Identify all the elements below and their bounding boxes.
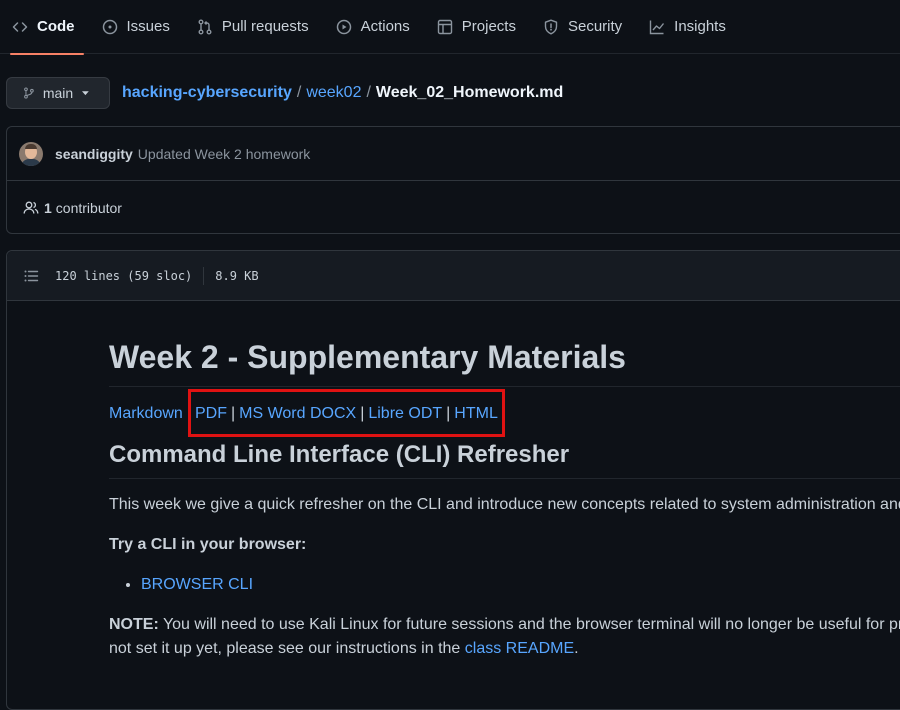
file-size: 8.9 KB xyxy=(215,268,259,283)
cli-link-list: BROWSER CLI xyxy=(109,573,900,597)
breadcrumb-separator: / xyxy=(366,84,371,101)
table-icon xyxy=(437,19,452,34)
breadcrumb-repo-link[interactable]: hacking-cybersecurity xyxy=(122,84,292,102)
markdown-link[interactable]: Markdown xyxy=(109,405,183,422)
repo-nav: Code Issues Pull requests Actions Projec… xyxy=(0,0,900,55)
tab-insights-label: Insights xyxy=(674,18,726,35)
file-info-divider xyxy=(203,266,205,285)
tab-code[interactable]: Code xyxy=(10,0,88,55)
tab-security-label: Security xyxy=(567,18,623,35)
avatar[interactable] xyxy=(19,141,43,166)
tab-actions-label: Actions xyxy=(360,18,410,35)
list-item: BROWSER CLI xyxy=(141,573,900,597)
note-label: NOTE: xyxy=(109,616,159,633)
breadcrumb-file-name: Week_02_Homework.md xyxy=(375,84,564,101)
page-title: Week 2 - Supplementary Materials xyxy=(109,339,900,387)
caret-down-icon xyxy=(82,91,89,96)
contributor-count: 1 xyxy=(44,199,52,216)
breadcrumb: hacking-cybersecurity / week02 / Week_02… xyxy=(122,84,563,102)
tab-projects[interactable]: Projects xyxy=(437,0,529,54)
note-paragraph: NOTE: You will need to use Kali Linux fo… xyxy=(109,613,900,661)
list-unordered-icon[interactable] xyxy=(23,268,39,284)
breadcrumb-separator: / xyxy=(296,84,302,101)
format-links: Markdown | PDF | MS Word DOCX | Libre ODT | HTML xyxy=(109,389,900,437)
git-branch-icon xyxy=(24,87,34,99)
try-cli-paragraph: Try a CLI in your browser: xyxy=(109,536,307,553)
branch-select-button[interactable]: main xyxy=(6,77,110,109)
note-text: You will need to use Kali Linux for futu… xyxy=(158,616,900,633)
shield-icon xyxy=(544,19,558,34)
section-heading: Command Line Interface (CLI) Refresher xyxy=(109,441,900,479)
graph-icon xyxy=(649,20,665,34)
file-line-count: 120 lines (59 sloc) xyxy=(55,268,193,283)
markdown-body: Week 2 - Supplementary Materials Markdow… xyxy=(109,301,900,661)
tab-insights[interactable]: Insights xyxy=(649,0,739,54)
tab-actions[interactable]: Actions xyxy=(336,0,423,54)
browser-cli-link[interactable]: BROWSER CLI xyxy=(141,576,253,593)
issue-icon xyxy=(102,19,117,34)
latest-commit-row: seandiggity Updated Week 2 homework xyxy=(7,127,900,181)
tab-code-label: Code xyxy=(37,18,75,35)
highlight-annotation-box xyxy=(188,389,505,437)
tab-pull-requests[interactable]: Pull requests xyxy=(197,0,322,54)
class-readme-link[interactable]: class README xyxy=(465,640,574,657)
file-header: 120 lines (59 sloc) 8.9 KB xyxy=(7,251,900,301)
tab-issues[interactable]: Issues xyxy=(102,0,183,54)
commit-message-link[interactable]: Updated Week 2 homework xyxy=(138,146,311,162)
breadcrumb-folder-link[interactable]: week02 xyxy=(306,84,361,102)
note-text-continued: not set it up yet, please see our instru… xyxy=(109,640,465,657)
commit-author-link[interactable]: seandiggity xyxy=(55,146,133,162)
tab-security[interactable]: Security xyxy=(543,0,635,54)
contributors-row[interactable]: 1 contributor xyxy=(7,181,900,234)
file-viewer: 120 lines (59 sloc) 8.9 KB Week 2 - Supp… xyxy=(6,250,900,710)
tab-issues-label: Issues xyxy=(126,18,170,35)
code-icon xyxy=(12,21,28,32)
intro-paragraph: This week we give a quick refresher on t… xyxy=(109,496,900,513)
commit-info-box: seandiggity Updated Week 2 homework 1 co… xyxy=(6,126,900,234)
note-end: . xyxy=(574,640,579,657)
tab-pull-requests-label: Pull requests xyxy=(221,18,309,35)
play-icon xyxy=(336,19,351,34)
pull-request-icon xyxy=(198,19,212,34)
breadcrumb-row: main hacking-cybersecurity / week02 / We… xyxy=(6,77,900,109)
tab-projects-label: Projects xyxy=(461,18,516,35)
branch-label: main xyxy=(42,85,74,101)
contributor-label: contributor xyxy=(55,199,122,216)
people-icon xyxy=(23,201,39,214)
